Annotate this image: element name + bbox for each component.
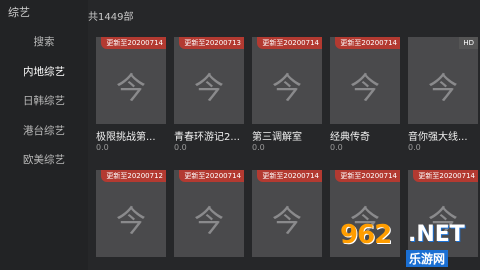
poster: 今 更新至20200713: [174, 37, 244, 124]
placeholder-logo-icon: 今: [272, 203, 302, 239]
sidebar-item-hk-taiwan[interactable]: 港台综艺: [0, 121, 88, 141]
watermark-number: 962: [340, 220, 392, 250]
card-title: 青春环游记2...: [174, 132, 240, 143]
sidebar-item-search[interactable]: 搜索: [0, 32, 88, 52]
placeholder-logo-icon: 今: [116, 70, 146, 106]
card-title: 第三调解室: [252, 132, 302, 143]
update-badge: 更新至20200714: [101, 37, 166, 49]
card-score: 0.0: [252, 143, 265, 152]
sidebar-item-mainland[interactable]: 内地综艺: [0, 62, 88, 82]
poster: 今 更新至20200714: [174, 170, 244, 257]
sidebar-item-western[interactable]: 欧美综艺: [0, 150, 88, 170]
sidebar: 综艺 搜索 内地综艺 日韩综艺 港台综艺 欧美综艺: [0, 0, 88, 270]
poster: 今 更新至20200714: [252, 170, 322, 257]
card-score: 0.0: [330, 143, 343, 152]
sidebar-item-japan-korea[interactable]: 日韩综艺: [0, 91, 88, 111]
poster: 今 更新至20200714: [96, 37, 166, 124]
watermark-net: .NET: [408, 222, 465, 247]
card-title: 音你强大线...: [408, 132, 468, 143]
poster: 今 HD: [408, 37, 478, 124]
hd-badge: HD: [459, 37, 478, 49]
watermark-logo: 962 .NET 乐游网: [340, 212, 480, 270]
update-badge: 更新至20200714: [179, 170, 244, 182]
placeholder-logo-icon: 今: [428, 70, 458, 106]
card-title: 极限挑战第...: [96, 132, 156, 143]
update-badge: 更新至20200714: [257, 37, 322, 49]
placeholder-logo-icon: 今: [116, 203, 146, 239]
placeholder-logo-icon: 今: [350, 70, 380, 106]
update-badge: 更新至20200714: [335, 170, 400, 182]
poster: 今 更新至20200714: [252, 37, 322, 124]
card-title: 经典传奇: [330, 132, 370, 143]
update-badge: 更新至20200714: [413, 170, 478, 182]
card-score: 0.0: [408, 143, 421, 152]
result-count: 共1449部: [88, 12, 134, 23]
card-score: 0.0: [174, 143, 187, 152]
app-title: 综艺: [8, 6, 30, 19]
placeholder-logo-icon: 今: [194, 70, 224, 106]
update-badge: 更新至20200713: [179, 37, 244, 49]
watermark-site-name: 乐游网: [406, 250, 449, 267]
placeholder-logo-icon: 今: [272, 70, 302, 106]
update-badge: 更新至20200712: [101, 170, 166, 182]
update-badge: 更新至20200714: [257, 170, 322, 182]
poster: 今 更新至20200712: [96, 170, 166, 257]
poster: 今 更新至20200714: [330, 37, 400, 124]
card-score: 0.0: [96, 143, 109, 152]
placeholder-logo-icon: 今: [194, 203, 224, 239]
update-badge: 更新至20200714: [335, 37, 400, 49]
